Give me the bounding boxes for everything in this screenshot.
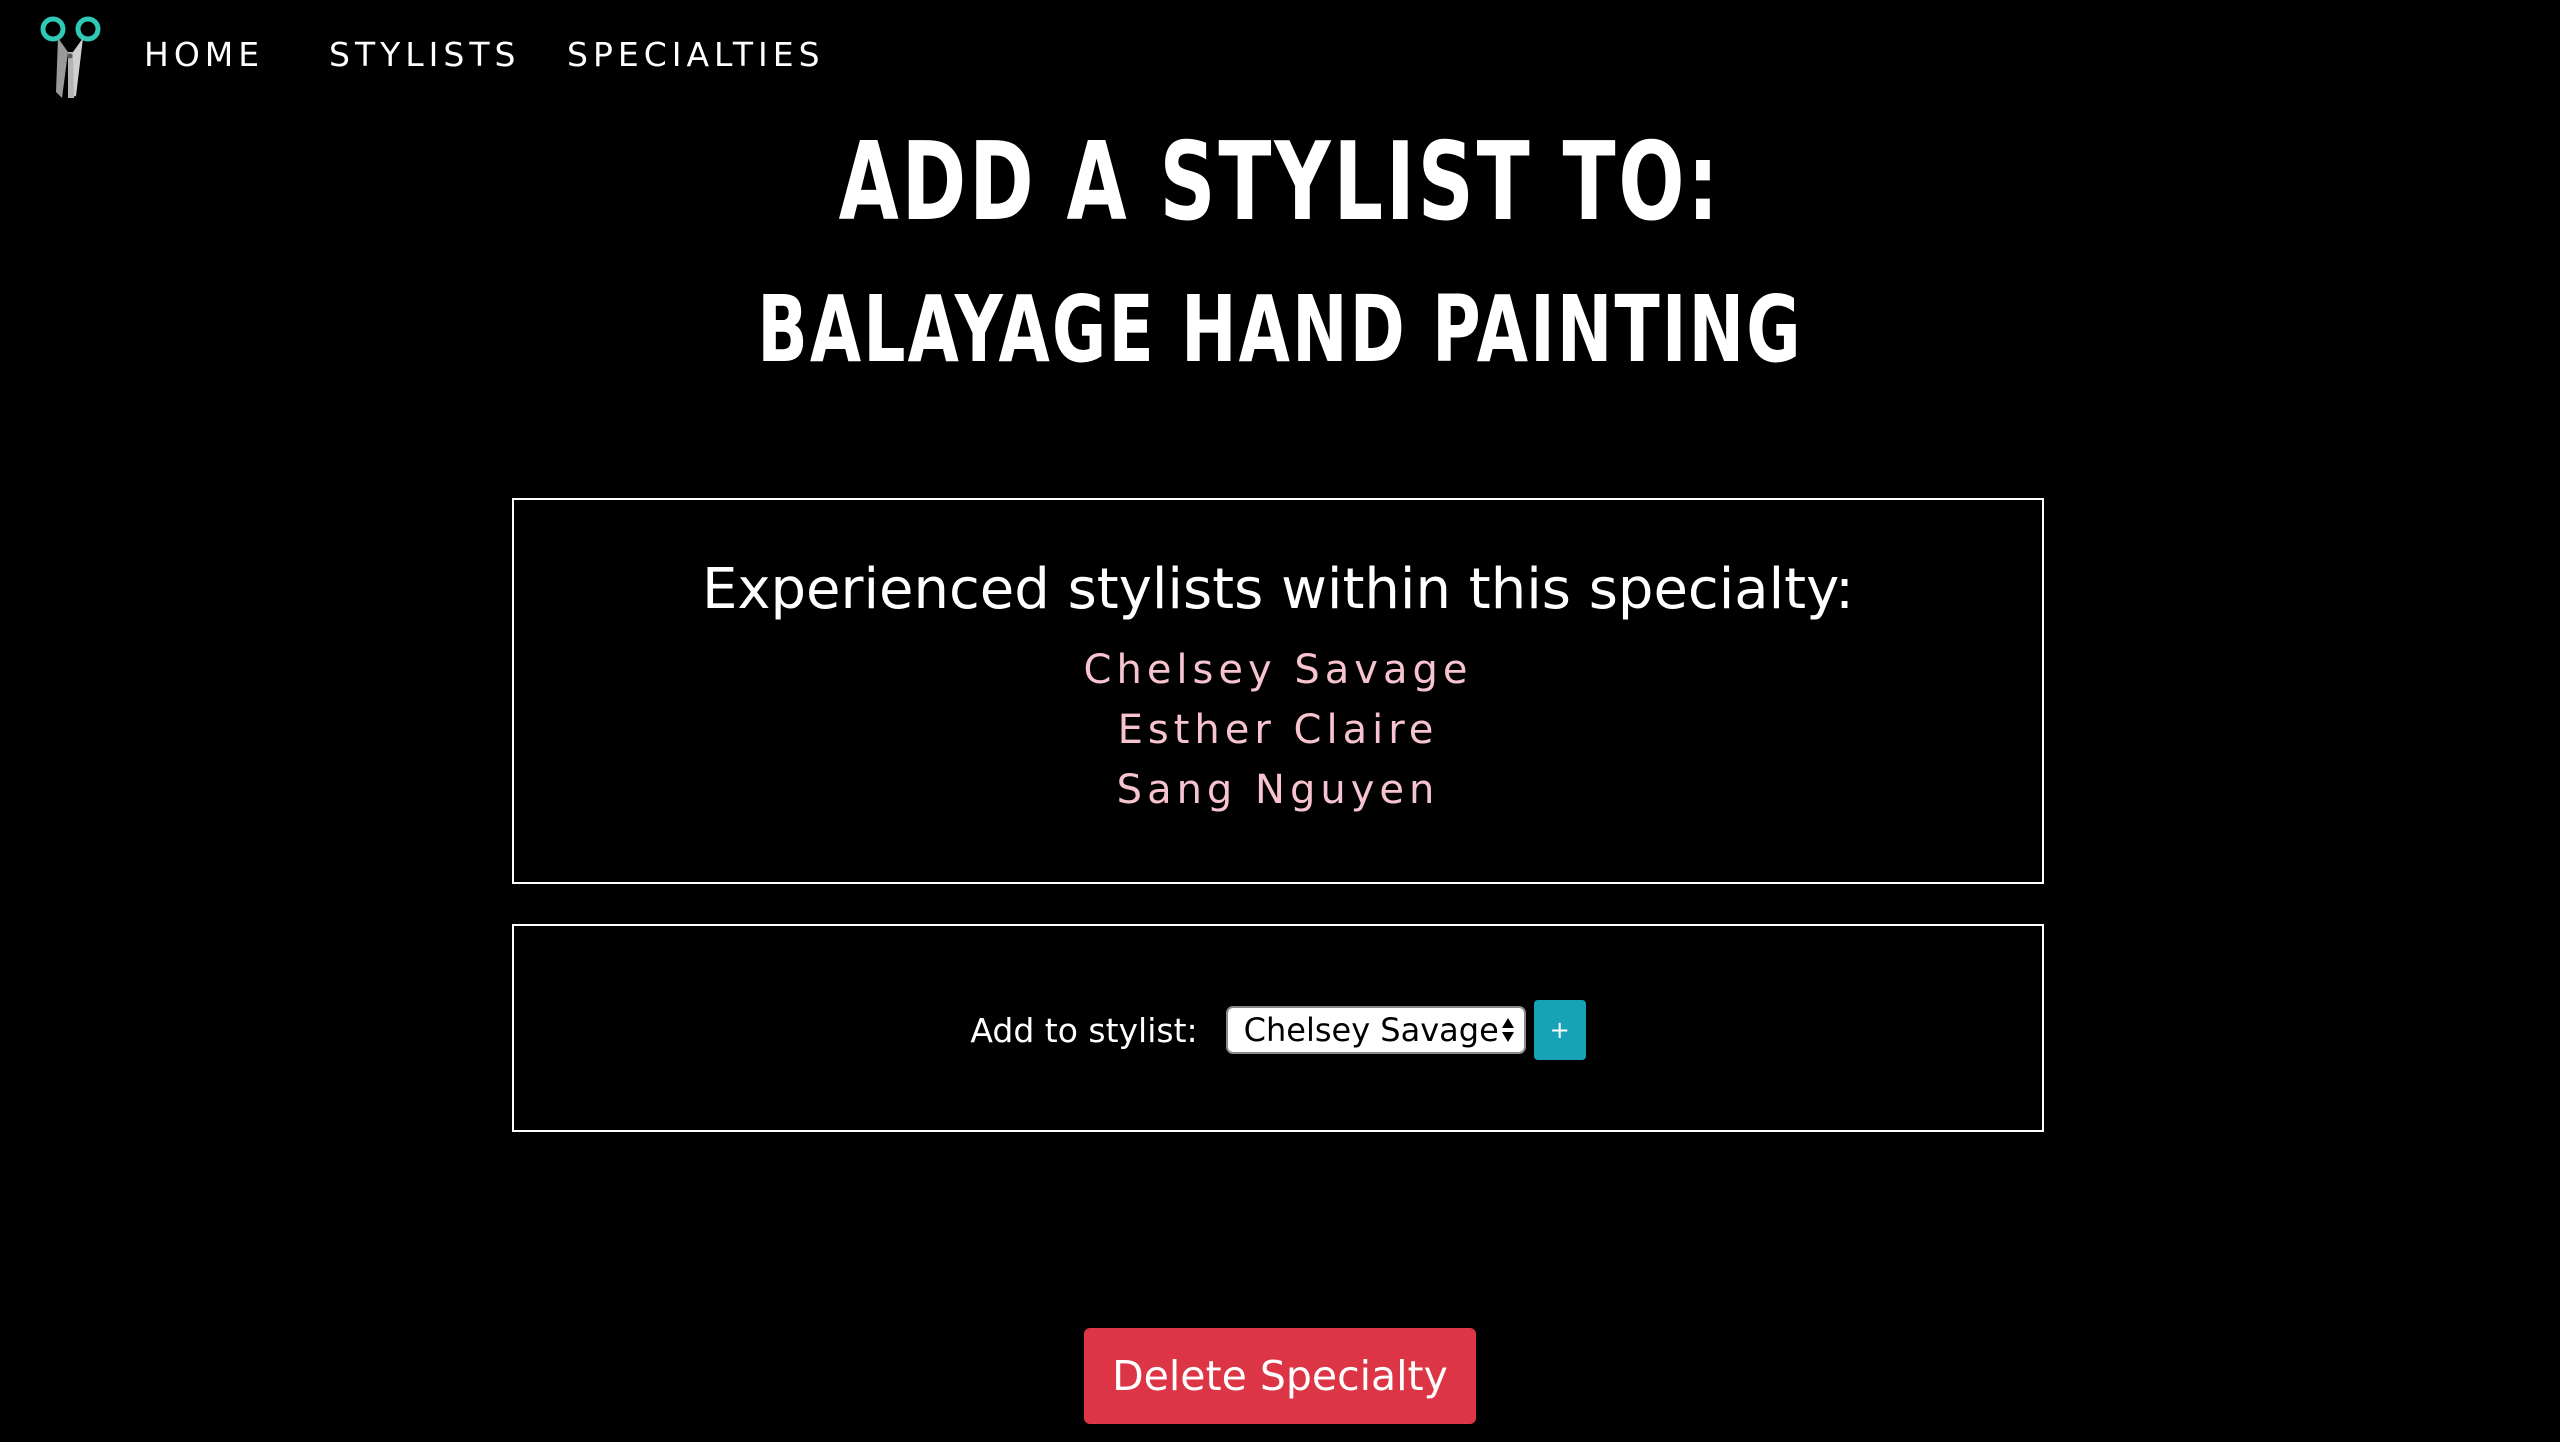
navbar: HOME STYLISTS SPECIALTIES [0,0,2560,110]
nav-specialties-link[interactable]: SPECIALTIES [567,32,825,78]
select-arrows-icon [1501,1018,1514,1042]
stylist-select[interactable]: Chelsey Savage [1225,1006,1526,1054]
stylist-link-chelsey-savage[interactable]: Chelsey Savage [514,640,2042,700]
nav-stylists-link[interactable]: STYLISTS [329,32,520,78]
stylist-list: Chelsey Savage Esther Claire Sang Nguyen [514,640,2042,820]
stylists-panel-title: Experienced stylists within this special… [701,557,1855,622]
add-stylist-row: Add to stylist: Chelsey Savage + [514,1000,2042,1060]
specialty-name: BALAYAGE HAND PAINTING [757,276,1803,383]
delete-specialty-button[interactable]: Delete Specialty [1084,1328,1476,1424]
nav-home-link[interactable]: HOME [144,32,264,78]
add-to-stylist-label: Add to stylist: [970,1010,1198,1050]
stylist-link-esther-claire[interactable]: Esther Claire [514,700,2042,760]
stylist-link-sang-nguyen[interactable]: Sang Nguyen [514,760,2042,820]
page: HOME STYLISTS SPECIALTIES ADD A STYLIST … [0,0,2560,1442]
add-stylist-form: Add to stylist: Chelsey Savage + [512,924,2044,1132]
scissors-icon[interactable] [38,12,106,100]
add-stylist-button[interactable]: + [1533,1000,1586,1060]
page-title: ADD A STYLIST TO: [838,120,1722,245]
stylist-select-value: Chelsey Savage [1243,1011,1499,1049]
stylists-panel: Experienced stylists within this special… [512,498,2044,884]
